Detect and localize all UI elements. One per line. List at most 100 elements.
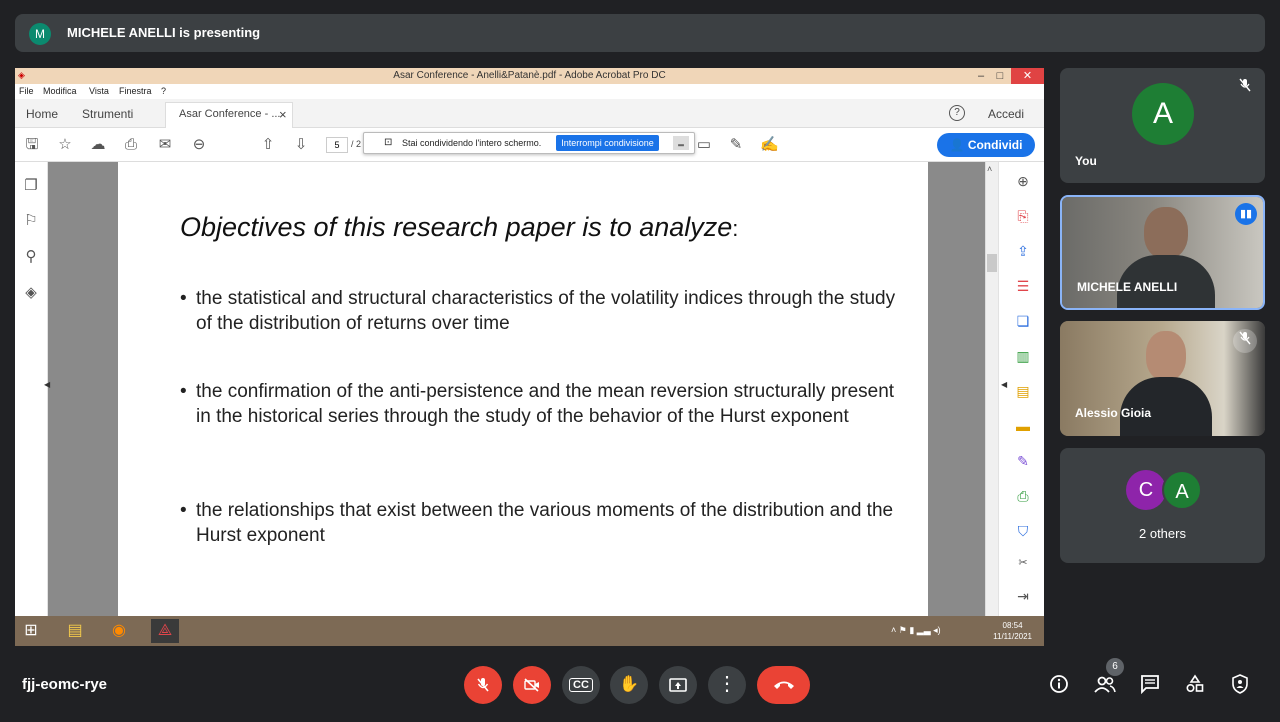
pages-icon[interactable]: ❐ [22,177,40,195]
menu-vista[interactable]: Vista [89,86,109,96]
edit-pdf-icon[interactable]: ☰ [1014,277,1032,295]
raise-hand-button[interactable]: ✋ [610,666,648,704]
help-icon[interactable]: ? [949,105,965,121]
participant-tile-you[interactable]: A You [1060,68,1265,183]
minimize-notice-icon[interactable]: ‗ [673,136,689,150]
create-pdf-icon[interactable]: ⎘ [1014,207,1032,225]
presenter-head [1144,207,1188,259]
sign-icon[interactable]: ✍ [760,136,779,154]
meeting-info-icon[interactable] [1048,674,1070,696]
scroll-up-icon[interactable]: ˄ [987,164,992,174]
system-tray-icons[interactable]: ˄ ⚑ ▮ ▂▃ ◂) [891,625,941,636]
participant-tile-presenter[interactable]: ▮▮ MICHELE ANELLI [1060,195,1265,310]
mic-off-icon [477,678,489,692]
captions-button[interactable]: CC [562,666,600,704]
search-icon[interactable]: ⊕ [1014,172,1032,190]
bullet-3-text: the relationships that exist between the… [196,500,894,546]
clock-time: 08:54 [1002,621,1023,630]
firefox-icon[interactable]: ◉ [105,619,133,643]
meeting-code[interactable]: fjj-eomc-rye [22,676,107,693]
participant-tile-alessio[interactable]: Alessio Gioia [1060,321,1265,436]
camera-off-icon [524,678,539,692]
maximize-button[interactable]: □ [992,68,1008,84]
protect-icon[interactable]: ⛉ [1014,522,1032,540]
fill-sign-icon[interactable]: ▤ [1014,382,1032,400]
sign-in-link[interactable]: Accedi [988,107,1024,121]
close-window-button[interactable]: ✕ [1011,68,1044,84]
more-vert-icon: ⋮ [717,673,737,695]
speaking-icon: ▮▮ [1235,203,1257,225]
next-page-icon[interactable]: ⇩ [292,136,310,154]
menu-bar: File Modifica Vista Finestra ? [15,84,1044,99]
people-icon[interactable] [1094,674,1116,696]
menu-modifica[interactable]: Modifica [43,86,77,96]
attachment-icon[interactable]: ⚲ [22,248,40,266]
minimize-button[interactable]: – [973,68,989,84]
menu-help[interactable]: ? [161,86,166,96]
star-icon[interactable]: ☆ [56,136,74,154]
tab-tools[interactable]: Strumenti [82,107,133,121]
mic-off-icon [1233,329,1257,353]
activities-icon[interactable] [1184,674,1206,696]
combine-files-icon[interactable]: ❏ [1014,312,1032,330]
comment-tool-icon[interactable]: ▬ [1014,417,1032,435]
more-options-button[interactable]: ⋮ [708,666,746,704]
slide-heading-colon: : [732,216,739,241]
acrobat-taskbar-icon[interactable]: ⟁ [151,619,179,643]
alessio-head [1146,331,1186,381]
more-tools-icon[interactable]: ✂ [1014,554,1032,572]
tab-document[interactable]: Asar Conference - ... × [165,102,293,128]
prev-page-icon[interactable]: ⇧ [259,136,277,154]
taskbar-clock[interactable]: 08:54 11/11/2021 [993,620,1032,642]
menu-finestra[interactable]: Finestra [119,86,152,96]
other-avatar-c: C [1126,470,1166,510]
slide-heading-text: Objectives of this research paper is to … [180,212,733,242]
zoom-out-icon[interactable]: ⊖ [190,136,208,154]
presenting-text: MICHELE ANELLI is presenting [67,25,261,40]
tab-home[interactable]: Home [26,107,58,121]
save-icon[interactable]: 🖫 [23,136,41,154]
windows-start-icon[interactable]: ⊞ [17,619,45,643]
participant-tile-others[interactable]: C A 2 others [1060,448,1265,563]
pen-icon[interactable]: ✎ [727,136,745,154]
upload-icon[interactable]: ☁ [89,136,107,154]
mic-toggle-button[interactable] [464,666,502,704]
you-avatar: A [1132,83,1194,145]
menu-file[interactable]: File [19,86,34,96]
layers-icon[interactable]: ◈ [22,284,40,302]
tab-close-icon[interactable]: × [279,107,287,122]
share-button[interactable]: 👤 Condividi [937,133,1035,157]
host-controls-icon[interactable] [1229,674,1251,696]
add-person-icon: 👤 [949,138,965,152]
share-screen-icon: ⊡ [384,137,393,148]
mail-icon[interactable]: ✉ [156,136,174,154]
chat-icon[interactable] [1139,674,1161,696]
vertical-scrollbar[interactable]: ˄ ˅ [985,162,998,646]
windows-taskbar: ⊞ ▤ ◉ ⟁ ˄ ⚑ ▮ ▂▃ ◂) 08:54 11/11/2021 [15,616,1044,646]
scan-icon[interactable]: ⎙ [1014,487,1032,505]
stop-sharing-button[interactable]: Interrompi condivisione [556,135,659,151]
slide-heading: Objectives of this research paper is to … [180,212,738,243]
present-button[interactable] [659,666,697,704]
camera-toggle-button[interactable] [513,666,551,704]
expand-panel-icon[interactable]: ⇥ [1014,587,1032,605]
scroll-thumb[interactable] [987,254,997,272]
page-number-field[interactable]: 5 [326,137,348,153]
export-pdf-icon[interactable]: ⇪ [1014,242,1032,260]
screen-share-notice: ⊡ Stai condividendo l'intero schermo. In… [363,132,695,154]
file-explorer-icon[interactable]: ▤ [61,619,89,643]
mic-off-icon [1233,76,1257,100]
captions-icon: CC [569,678,593,692]
bullet-2-text: the confirmation of the anti-persistence… [196,381,895,427]
print-icon[interactable]: ⎙ [122,136,140,154]
comment-icon[interactable]: ▭ [695,136,713,154]
collapse-right-icon[interactable]: ◀ [1001,380,1007,389]
bookmark-icon[interactable]: ⚐ [22,212,40,230]
signature-icon[interactable]: ✎ [1014,452,1032,470]
organize-pages-icon[interactable]: ▥ [1014,347,1032,365]
collapse-left-icon[interactable]: ◀ [44,380,50,389]
acrobat-title-bar: ◈ Asar Conference - Anelli&Patanè.pdf - … [15,68,1044,84]
page-gutter-left: ◀ [44,162,118,646]
clock-date: 11/11/2021 [993,632,1032,641]
leave-call-button[interactable] [757,666,810,704]
